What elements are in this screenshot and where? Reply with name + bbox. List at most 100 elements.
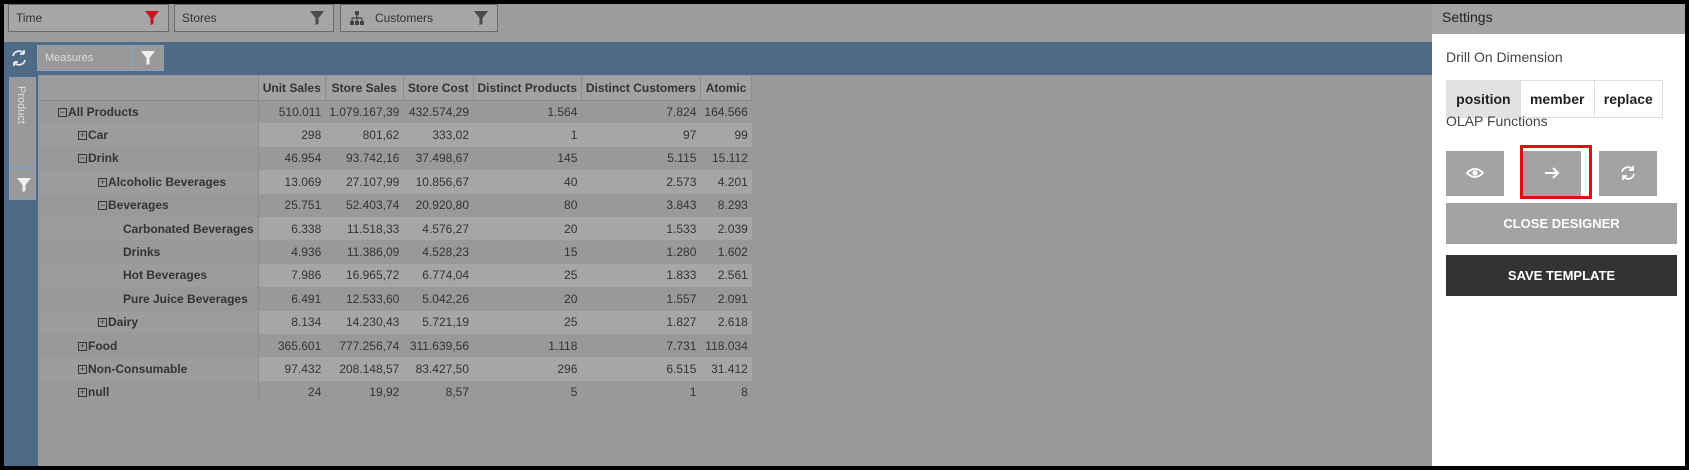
table-cell: 20 [564, 291, 578, 306]
measures-chip[interactable]: Measures [37, 45, 132, 71]
table-cell: 333,02 [403, 123, 474, 147]
table-cell: 15 [564, 245, 578, 260]
filter-customers[interactable]: Customers [340, 4, 498, 32]
drill-option-member[interactable]: member [1521, 81, 1595, 117]
product-label: Product [15, 86, 27, 124]
row-label[interactable]: + Car [40, 123, 259, 147]
table-cell: 10.856,67 [403, 170, 474, 194]
column-header[interactable]: Distinct Products [473, 76, 582, 101]
table-cell: 40 [473, 170, 582, 194]
table-cell: 3.843 [666, 198, 697, 213]
row-label[interactable]: + Alcoholic Beverages [40, 170, 259, 194]
table-cell: 6.515 [581, 357, 701, 381]
table-cell: 5.042,26 [422, 291, 470, 306]
table-cell: 1.533 [581, 216, 701, 241]
table-cell: 31.412 [700, 357, 752, 381]
table-cell: 4.528,23 [422, 245, 470, 260]
table-row: + Alcoholic Beverages 13.069 27.107,99 10.85… [40, 170, 752, 194]
row-label[interactable]: + Dairy [40, 310, 259, 334]
table-cell: 5.721,19 [403, 310, 474, 334]
table-cell: 52.403,74 [345, 198, 400, 213]
table-cell: 1.564 [547, 104, 578, 119]
table-cell: 164.566 [704, 104, 748, 119]
column-header[interactable]: Store Sales [325, 76, 404, 101]
table-cell: 5 [570, 385, 578, 400]
row-label[interactable]: + null [40, 380, 259, 405]
table-row: − All Products 510.011 1.079.167,39 432.574,… [40, 100, 752, 124]
table-cell: 27.107,99 [325, 170, 404, 194]
collapse-icon[interactable]: − [98, 201, 107, 211]
drill-option-replace[interactable]: replace [1595, 81, 1662, 117]
swap-axes-icon[interactable] [10, 49, 28, 67]
row-label[interactable]: − Drink [40, 146, 259, 171]
refresh-icon [1621, 166, 1635, 180]
corner-cell [40, 76, 259, 101]
filter-time-label: Time [16, 11, 43, 25]
row-label[interactable]: Hot Beverages [40, 263, 259, 288]
filter-stores[interactable]: Stores [174, 4, 334, 32]
settings-title: Settings [1432, 4, 1685, 34]
expand-icon[interactable]: + [78, 341, 87, 351]
drill-option-position[interactable]: position [1447, 81, 1521, 117]
filter-icon [17, 178, 31, 192]
table-cell: 1.118 [548, 338, 578, 353]
table-cell: 4.936 [291, 245, 322, 260]
table-cell: 93.742,16 [345, 151, 400, 166]
expand-icon[interactable]: + [78, 364, 87, 374]
row-label-text: Beverages [108, 198, 169, 213]
column-header[interactable]: Unit Sales [258, 76, 326, 101]
expand-icon[interactable]: + [78, 388, 87, 398]
table-cell: 37.498,67 [415, 151, 470, 166]
table-cell: 6.774,04 [403, 263, 474, 288]
column-header[interactable]: Store Cost [403, 76, 474, 101]
row-label[interactable]: − All Products [40, 100, 259, 124]
table-row: Hot Beverages 7.986 16.965,72 6.774,04 25 1.8… [40, 263, 752, 288]
collapse-icon[interactable]: − [58, 107, 67, 117]
filter-customers-label: Customers [375, 11, 434, 25]
column-header[interactable]: Distinct Customers [581, 76, 701, 101]
close-designer-button[interactable]: CLOSE DESIGNER [1446, 203, 1677, 244]
filter-icon[interactable] [309, 10, 325, 26]
row-label-text: Car [88, 128, 109, 143]
row-label[interactable]: − Beverages [40, 193, 259, 217]
row-label[interactable]: Carbonated Beverages [40, 216, 259, 241]
row-label[interactable]: Pure Juice Beverages [40, 287, 259, 311]
row-label[interactable]: Drinks [40, 240, 259, 264]
show-button[interactable] [1446, 151, 1504, 196]
filter-time[interactable]: Time [8, 4, 169, 32]
drill-on-dimension-label: Drill On Dimension [1446, 49, 1563, 65]
expand-icon[interactable]: + [98, 177, 107, 187]
filter-icon[interactable] [144, 10, 160, 26]
collapse-icon[interactable]: − [78, 154, 87, 164]
table-cell: 5.115 [667, 151, 697, 166]
highlight-box [1520, 145, 1592, 199]
filter-icon[interactable] [473, 10, 489, 26]
table-row: + Dairy 8.134 14.230,43 5.721,19 25 1.827 2.618 [40, 310, 752, 334]
table-row: + Non-Consumable 97.432 208.148,57 83.427,50… [40, 357, 752, 381]
measures-filter-button[interactable] [132, 45, 164, 71]
table-cell: 1.827 [581, 310, 701, 334]
table-cell: 311.639,56 [409, 338, 470, 353]
product-dimension-chip[interactable]: Product [9, 77, 36, 168]
rows-axis-bar: Product [4, 75, 38, 466]
expand-icon[interactable]: + [98, 318, 107, 328]
table-cell: 1 [473, 123, 582, 147]
row-label-text: Drinks [123, 245, 161, 260]
column-header[interactable]: Atomic [700, 76, 753, 101]
table-row: Pure Juice Beverages 6.491 12.533,60 5.042,… [40, 287, 752, 311]
refresh-button[interactable] [1599, 151, 1657, 196]
table-cell: 8.134 [258, 310, 326, 334]
expand-icon[interactable]: + [78, 131, 87, 141]
table-cell: 208.148,57 [325, 357, 404, 381]
row-label-text: Drink [88, 151, 119, 166]
table-row: + Car 298 801,62 333,02 1 97 99 [40, 123, 752, 147]
table-cell: 298 [258, 123, 326, 147]
row-label[interactable]: + Non-Consumable [40, 357, 259, 381]
table-cell: 80 [564, 198, 578, 213]
measures-bar: Measures [4, 42, 1432, 75]
row-label[interactable]: + Food [40, 333, 259, 358]
measures-label: Measures [45, 52, 94, 64]
rows-filter-button[interactable] [9, 168, 36, 200]
table-cell: 510.011 [278, 104, 322, 119]
save-template-button[interactable]: SAVE TEMPLATE [1446, 255, 1677, 296]
